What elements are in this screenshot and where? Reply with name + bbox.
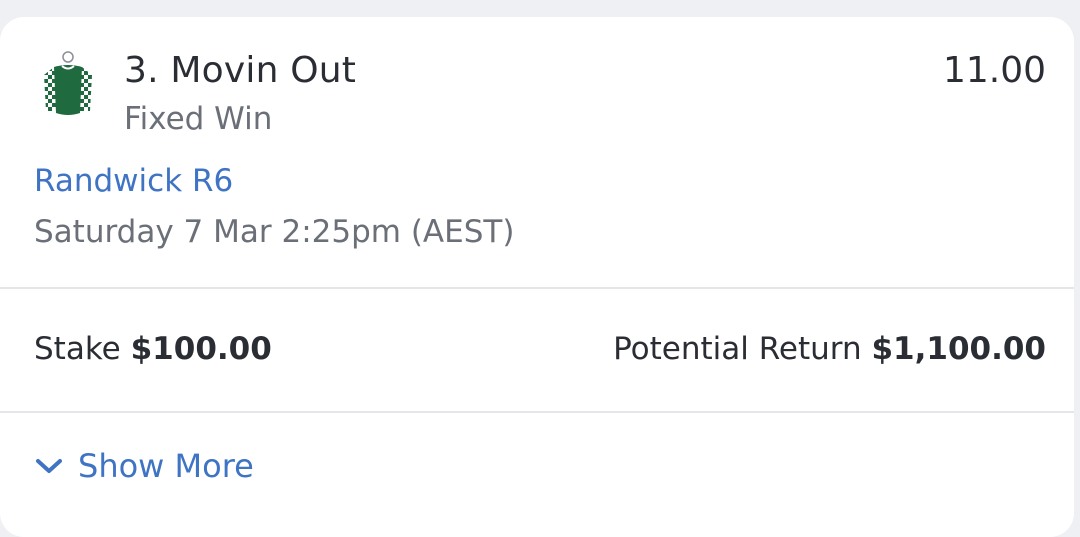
race-start-time: Saturday 7 Mar 2:25pm (AEST) <box>34 214 515 250</box>
stake-label: Stake <box>34 331 121 367</box>
race-link[interactable]: Randwick R6 <box>34 163 233 199</box>
show-more-button[interactable]: Show More <box>34 447 254 485</box>
stake-amount: $100.00 <box>130 331 272 367</box>
chevron-down-icon <box>36 459 62 473</box>
odds-value: 11.00 <box>942 50 1046 91</box>
stake-row: Stake $100.00 <box>34 331 272 367</box>
jockey-silks-icon <box>40 51 96 119</box>
potential-return-amount: $1,100.00 <box>871 331 1046 367</box>
runner-name: 3. Movin Out <box>124 50 357 91</box>
potential-return-row: Potential Return $1,100.00 <box>613 331 1046 367</box>
potential-return-label: Potential Return <box>613 331 862 367</box>
divider <box>0 411 1074 413</box>
divider <box>0 287 1074 289</box>
bet-card: 3. Movin Out 11.00 Fixed Win Randwick R6… <box>0 17 1074 537</box>
show-more-label: Show More <box>78 447 254 485</box>
bet-type: Fixed Win <box>124 101 273 137</box>
